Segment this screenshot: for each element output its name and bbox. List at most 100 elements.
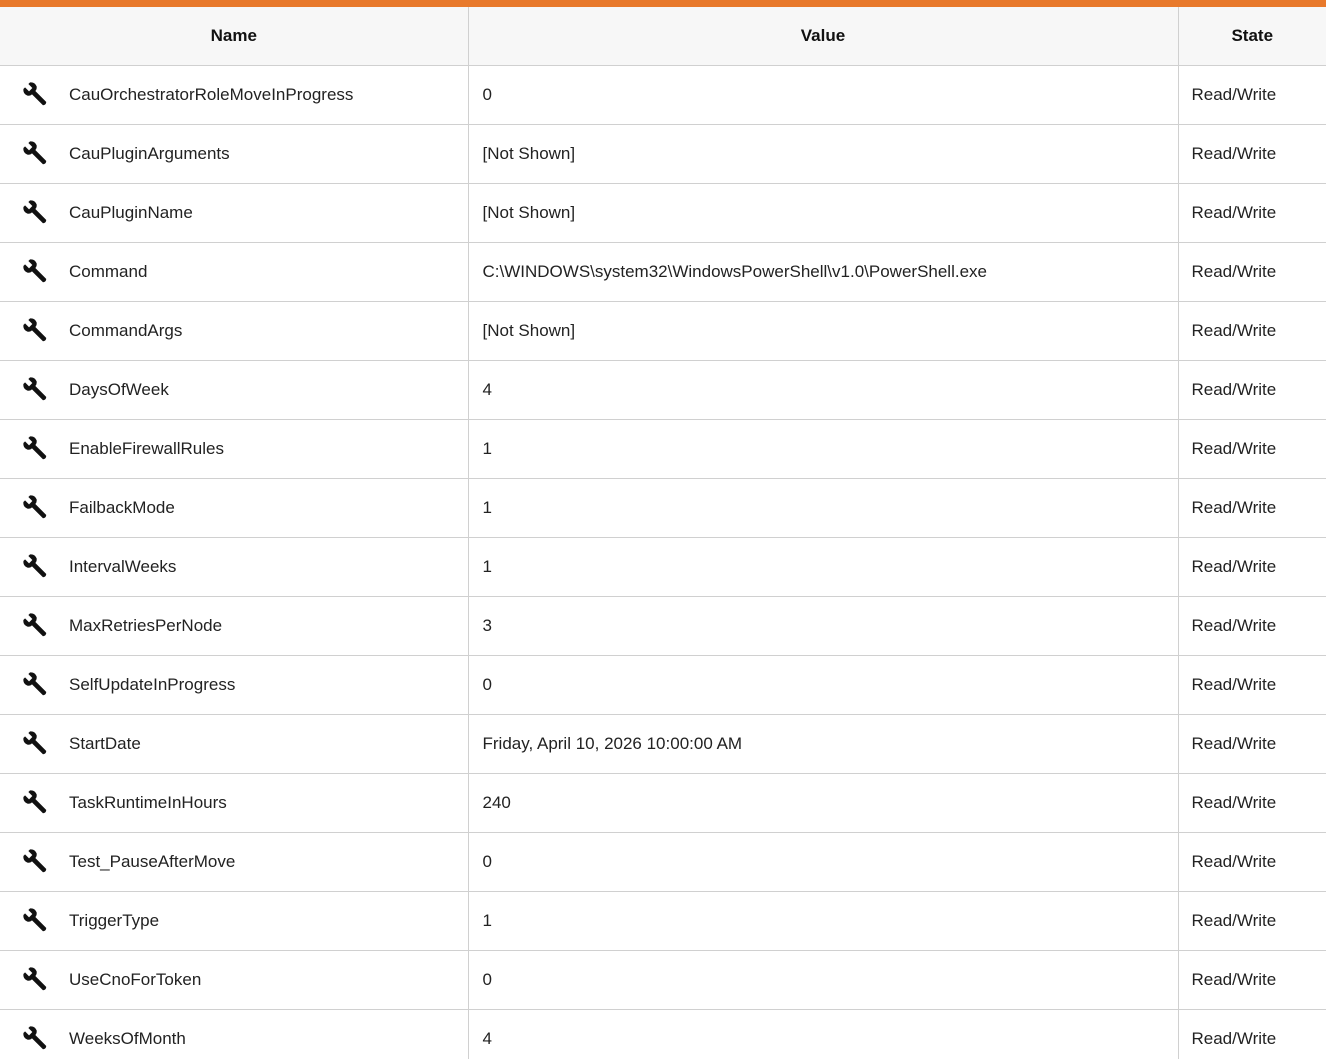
state-cell: Read/Write	[1178, 832, 1326, 892]
state-cell: Read/Write	[1178, 419, 1326, 479]
table-row[interactable]: EnableFirewallRules 1 Read/Write	[0, 419, 1326, 479]
property-value: [Not Shown]	[482, 321, 576, 340]
table-row[interactable]: MaxRetriesPerNode 3 Read/Write	[0, 596, 1326, 656]
wrench-icon	[23, 731, 47, 755]
value-cell: 1	[468, 537, 1179, 597]
state-cell: Read/Write	[1178, 714, 1326, 774]
value-cell: 0	[468, 950, 1179, 1010]
table-row[interactable]: FailbackMode 1 Read/Write	[0, 478, 1326, 538]
property-state: Read/Write	[1191, 262, 1277, 281]
table-row[interactable]: CauPluginName [Not Shown] Read/Write	[0, 183, 1326, 243]
table-row[interactable]: TriggerType 1 Read/Write	[0, 891, 1326, 951]
table-row[interactable]: IntervalWeeks 1 Read/Write	[0, 537, 1326, 597]
name-cell: SelfUpdateInProgress	[0, 655, 469, 715]
property-state: Read/Write	[1191, 85, 1277, 104]
table-header: Name Value State	[0, 7, 1326, 66]
property-state: Read/Write	[1191, 144, 1277, 163]
value-cell: Friday, April 10, 2026 10:00:00 AM	[468, 714, 1179, 774]
name-cell: DaysOfWeek	[0, 360, 469, 420]
wrench-icon	[23, 82, 47, 106]
property-name: CauOrchestratorRoleMoveInProgress	[69, 85, 354, 104]
property-value: [Not Shown]	[482, 203, 576, 222]
table-row[interactable]: Test_PauseAfterMove 0 Read/Write	[0, 832, 1326, 892]
property-value: [Not Shown]	[482, 144, 576, 163]
state-cell: Read/Write	[1178, 478, 1326, 538]
table-row[interactable]: TaskRuntimeInHours 240 Read/Write	[0, 773, 1326, 833]
property-name: TriggerType	[69, 911, 160, 930]
value-cell: 1	[468, 891, 1179, 951]
name-cell: CauOrchestratorRoleMoveInProgress	[0, 65, 469, 125]
wrench-icon	[23, 554, 47, 578]
value-cell: 0	[468, 65, 1179, 125]
state-cell: Read/Write	[1178, 124, 1326, 184]
state-cell: Read/Write	[1178, 301, 1326, 361]
property-name: DaysOfWeek	[69, 380, 169, 399]
name-cell: TriggerType	[0, 891, 469, 951]
value-cell: [Not Shown]	[468, 301, 1179, 361]
state-cell: Read/Write	[1178, 1009, 1326, 1059]
property-state: Read/Write	[1191, 793, 1277, 812]
property-state: Read/Write	[1191, 439, 1277, 458]
property-state: Read/Write	[1191, 321, 1277, 340]
table-row[interactable]: DaysOfWeek 4 Read/Write	[0, 360, 1326, 420]
state-cell: Read/Write	[1178, 950, 1326, 1010]
property-state: Read/Write	[1191, 203, 1277, 222]
name-cell: MaxRetriesPerNode	[0, 596, 469, 656]
property-value: 0	[482, 85, 492, 104]
property-state: Read/Write	[1191, 852, 1277, 871]
property-name: CauPluginArguments	[69, 144, 230, 163]
property-name: SelfUpdateInProgress	[69, 675, 236, 694]
value-cell: 0	[468, 655, 1179, 715]
wrench-icon	[23, 318, 47, 342]
name-cell: EnableFirewallRules	[0, 419, 469, 479]
property-name: CommandArgs	[69, 321, 183, 340]
accent-bar	[0, 0, 1326, 7]
property-value: Friday, April 10, 2026 10:00:00 AM	[482, 734, 743, 753]
table-row[interactable]: CommandArgs [Not Shown] Read/Write	[0, 301, 1326, 361]
table-row[interactable]: WeeksOfMonth 4 Read/Write	[0, 1009, 1326, 1059]
properties-table: Name Value State CauOrchestratorRoleMove…	[0, 7, 1326, 1059]
table-row[interactable]: CauPluginArguments [Not Shown] Read/Writ…	[0, 124, 1326, 184]
property-value: 1	[482, 911, 492, 930]
name-cell: Test_PauseAfterMove	[0, 832, 469, 892]
wrench-icon	[23, 200, 47, 224]
value-cell: 3	[468, 596, 1179, 656]
table-row[interactable]: CauOrchestratorRoleMoveInProgress 0 Read…	[0, 65, 1326, 125]
property-name: Command	[69, 262, 148, 281]
value-cell: 1	[468, 478, 1179, 538]
name-cell: Command	[0, 242, 469, 302]
name-cell: WeeksOfMonth	[0, 1009, 469, 1059]
column-header-name[interactable]: Name	[0, 7, 469, 66]
state-cell: Read/Write	[1178, 360, 1326, 420]
table-row[interactable]: UseCnoForToken 0 Read/Write	[0, 950, 1326, 1010]
property-value: 0	[482, 852, 492, 871]
table-row[interactable]: Command C:\WINDOWS\system32\WindowsPower…	[0, 242, 1326, 302]
value-cell: [Not Shown]	[468, 183, 1179, 243]
property-value: 3	[482, 616, 492, 635]
table-row[interactable]: SelfUpdateInProgress 0 Read/Write	[0, 655, 1326, 715]
properties-grid: Name Value State CauOrchestratorRoleMove…	[0, 7, 1326, 1059]
name-cell: CauPluginArguments	[0, 124, 469, 184]
column-header-state[interactable]: State	[1178, 7, 1326, 66]
wrench-icon	[23, 613, 47, 637]
property-name: UseCnoForToken	[69, 970, 202, 989]
property-state: Read/Write	[1191, 1029, 1277, 1048]
wrench-icon	[23, 967, 47, 991]
value-cell: 0	[468, 832, 1179, 892]
property-state: Read/Write	[1191, 498, 1277, 517]
wrench-icon	[23, 790, 47, 814]
table-row[interactable]: StartDate Friday, April 10, 2026 10:00:0…	[0, 714, 1326, 774]
property-name: CauPluginName	[69, 203, 193, 222]
column-header-value[interactable]: Value	[468, 7, 1179, 66]
property-state: Read/Write	[1191, 557, 1277, 576]
wrench-icon	[23, 849, 47, 873]
header-row: Name Value State	[0, 7, 1326, 66]
value-cell: C:\WINDOWS\system32\WindowsPowerShell\v1…	[468, 242, 1179, 302]
wrench-icon	[23, 672, 47, 696]
property-state: Read/Write	[1191, 675, 1277, 694]
property-value: 1	[482, 498, 492, 517]
wrench-icon	[23, 436, 47, 460]
property-state: Read/Write	[1191, 970, 1277, 989]
property-value: 0	[482, 675, 492, 694]
state-cell: Read/Write	[1178, 65, 1326, 125]
